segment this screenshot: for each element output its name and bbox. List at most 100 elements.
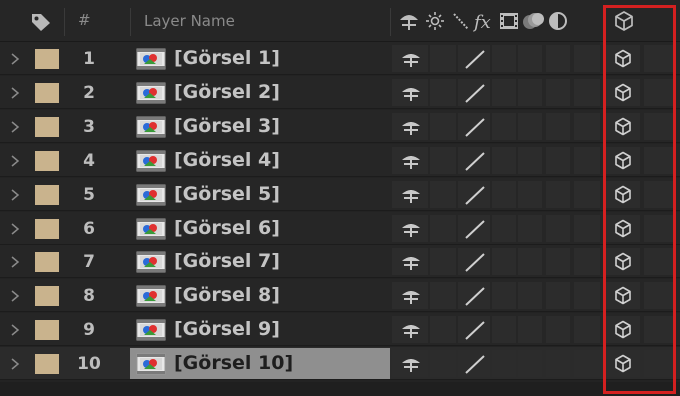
label-color-swatch[interactable]: [35, 116, 59, 137]
quality-switch-icon[interactable]: [462, 48, 488, 70]
expand-arrow-icon[interactable]: [10, 52, 20, 66]
3d-layer-switch-icon[interactable]: [614, 252, 632, 271]
number-column-header[interactable]: #: [78, 11, 91, 29]
layer-number: 2: [83, 82, 95, 103]
layer-name-cell[interactable]: [Görsel 1]: [130, 43, 390, 74]
shy-switch-icon[interactable]: [400, 321, 422, 339]
layer-row[interactable]: 8 [Görsel 8]: [0, 279, 680, 313]
layer-row[interactable]: 9 [Görsel 9]: [0, 313, 680, 347]
layer-name-cell[interactable]: [Görsel 5]: [130, 179, 390, 210]
layer-name-cell[interactable]: [Görsel 7]: [130, 246, 390, 277]
layer-row[interactable]: 10 [Görsel 10]: [0, 347, 680, 381]
shy-switch-icon[interactable]: [400, 220, 422, 238]
motion-blur-icon[interactable]: [522, 10, 546, 32]
label-color-swatch[interactable]: [35, 320, 59, 341]
switch-cell: [430, 45, 456, 72]
shy-switch-icon[interactable]: [400, 152, 422, 170]
image-layer-icon: [136, 184, 166, 206]
switch-cell: [644, 78, 674, 106]
label-color-swatch[interactable]: [35, 286, 59, 307]
3d-layer-switch-icon[interactable]: [614, 354, 632, 373]
switch-cell: [492, 78, 516, 106]
adjustment-icon[interactable]: [548, 10, 568, 32]
quality-icon[interactable]: [451, 10, 471, 32]
3d-layer-switch-icon[interactable]: [614, 219, 632, 238]
column-divider: [130, 8, 131, 36]
quality-switch-icon[interactable]: [462, 353, 488, 375]
svg-text:fx: fx: [473, 12, 491, 33]
layer-name-cell[interactable]: [Görsel 8]: [130, 280, 390, 311]
layer-row[interactable]: 2 [Görsel 2]: [0, 75, 680, 109]
3d-cube-icon[interactable]: [614, 10, 634, 32]
switch-cell: [644, 180, 674, 208]
expand-arrow-icon[interactable]: [10, 188, 20, 202]
switch-cell: [546, 78, 570, 106]
layer-row[interactable]: 4 [Görsel 4]: [0, 143, 680, 177]
layer-name-cell[interactable]: [Görsel 6]: [130, 213, 390, 244]
switch-cell: [492, 214, 516, 242]
layer-number: 1: [83, 49, 95, 69]
layer-name-cell[interactable]: [Görsel 9]: [130, 314, 390, 345]
expand-arrow-icon[interactable]: [10, 255, 20, 269]
layer-row[interactable]: 7 [Görsel 7]: [0, 245, 680, 279]
layer-row[interactable]: 3 [Görsel 3]: [0, 109, 680, 143]
label-color-swatch[interactable]: [35, 218, 59, 239]
quality-switch-icon[interactable]: [462, 285, 488, 307]
shy-switch-icon[interactable]: [400, 84, 422, 102]
expand-arrow-icon[interactable]: [10, 222, 20, 236]
column-divider: [64, 8, 65, 36]
switch-cell: [492, 282, 516, 310]
3d-layer-switch-icon[interactable]: [614, 320, 632, 339]
expand-arrow-icon[interactable]: [10, 323, 20, 337]
label-color-swatch[interactable]: [35, 184, 59, 205]
3d-layer-switch-icon[interactable]: [614, 185, 632, 204]
layer-row[interactable]: 1 [Görsel 1]: [0, 42, 680, 75]
shy-switch-icon[interactable]: [400, 253, 422, 271]
shy-switch-icon[interactable]: [400, 118, 422, 136]
frame-blend-icon[interactable]: [498, 10, 520, 32]
quality-switch-icon[interactable]: [462, 319, 488, 341]
quality-switch-icon[interactable]: [462, 116, 488, 138]
3d-layer-switch-icon[interactable]: [614, 286, 632, 305]
expand-arrow-icon[interactable]: [10, 86, 20, 100]
3d-layer-switch-icon[interactable]: [614, 49, 632, 68]
tag-icon[interactable]: [30, 12, 52, 32]
layer-header: # Layer Name fx: [0, 0, 680, 42]
expand-arrow-icon[interactable]: [10, 154, 20, 168]
3d-layer-switch-icon[interactable]: [614, 83, 632, 102]
label-color-swatch[interactable]: [35, 354, 59, 375]
layer-name-cell[interactable]: [Görsel 10]: [130, 348, 390, 380]
layer-name-cell[interactable]: [Görsel 3]: [130, 111, 390, 142]
expand-arrow-icon[interactable]: [10, 120, 20, 134]
label-color-swatch[interactable]: [35, 150, 59, 171]
switch-cell: [574, 316, 600, 344]
shy-switch-icon[interactable]: [400, 186, 422, 204]
layer-row[interactable]: 5 [Görsel 5]: [0, 177, 680, 211]
quality-switch-icon[interactable]: [462, 82, 488, 104]
shy-switch-icon[interactable]: [400, 50, 422, 68]
collapse-sun-icon[interactable]: [425, 10, 445, 32]
layer-name: [Görsel 10]: [174, 352, 294, 375]
quality-switch-icon[interactable]: [462, 218, 488, 240]
expand-arrow-icon[interactable]: [10, 289, 20, 303]
label-color-swatch[interactable]: [35, 82, 59, 103]
3d-layer-switch-icon[interactable]: [614, 117, 632, 136]
fx-icon[interactable]: fx: [473, 10, 497, 34]
quality-switch-icon[interactable]: [462, 150, 488, 172]
layer-row[interactable]: 6 [Görsel 6]: [0, 211, 680, 245]
shy-switch-icon[interactable]: [400, 287, 422, 305]
label-color-swatch[interactable]: [35, 252, 59, 273]
label-color-swatch[interactable]: [35, 49, 59, 69]
shy-switch-icon[interactable]: [400, 355, 422, 373]
switch-cell: [574, 146, 600, 174]
expand-arrow-icon[interactable]: [10, 357, 20, 371]
quality-switch-icon[interactable]: [462, 184, 488, 206]
layer-name: [Görsel 5]: [174, 182, 280, 205]
shy-icon[interactable]: [398, 10, 420, 32]
quality-switch-icon[interactable]: [462, 251, 488, 273]
3d-layer-switch-icon[interactable]: [614, 151, 632, 170]
layer-name-cell[interactable]: [Görsel 4]: [130, 145, 390, 176]
layer-name-column-header[interactable]: Layer Name: [144, 12, 235, 30]
layer-name-cell[interactable]: [Görsel 2]: [130, 77, 390, 108]
layer-name: [Görsel 1]: [174, 47, 280, 69]
